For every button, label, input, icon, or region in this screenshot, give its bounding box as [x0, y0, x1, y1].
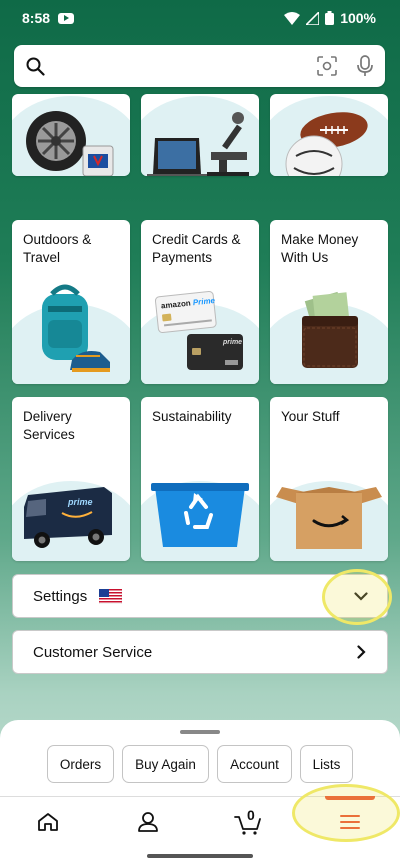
- status-bar: 8:58 100%: [0, 0, 400, 36]
- nav-home[interactable]: [18, 798, 78, 846]
- home-icon: [38, 813, 58, 831]
- sports-balls-icon: [285, 112, 368, 176]
- wifi-icon: [284, 11, 301, 25]
- tile-label: Sustainability: [152, 409, 232, 424]
- battery-icon: [325, 11, 335, 25]
- battery-level: 100%: [340, 10, 376, 26]
- tap-highlight: [322, 569, 392, 625]
- tile-label: Outdoors & Travel: [23, 232, 92, 265]
- gesture-navigation-bar[interactable]: [147, 854, 253, 858]
- orders-button[interactable]: Orders: [47, 745, 114, 783]
- laptop-microscope-icon: [147, 112, 249, 176]
- svg-text:prime: prime: [67, 497, 93, 507]
- microphone-icon[interactable]: [357, 55, 373, 77]
- buy-again-button[interactable]: Buy Again: [122, 745, 209, 783]
- account-button[interactable]: Account: [217, 745, 292, 783]
- clock: 8:58: [22, 10, 51, 26]
- tile-sustainability[interactable]: Sustainability: [141, 397, 259, 561]
- tap-highlight: [292, 784, 400, 842]
- nav-cart[interactable]: 0: [218, 798, 278, 846]
- search-input[interactable]: [55, 57, 317, 75]
- tile-make-money[interactable]: Make Money With Us: [270, 220, 388, 384]
- svg-text:prime: prime: [222, 339, 242, 346]
- sheet-drag-handle[interactable]: [180, 730, 220, 734]
- search-bar[interactable]: [14, 45, 385, 87]
- tile-credit-cards-payments[interactable]: amazon Prime prime Credit Cards & Paymen…: [141, 220, 259, 384]
- chevron-right-icon: [349, 645, 373, 659]
- customer-service-label: Customer Service: [33, 643, 153, 661]
- signal-icon: [306, 11, 320, 25]
- tile-label: Your Stuff: [281, 409, 340, 424]
- nav-account[interactable]: [118, 798, 178, 846]
- tile-electronics[interactable]: [141, 94, 259, 176]
- customer-service-row[interactable]: Customer Service: [12, 630, 388, 674]
- auto-wheel-icon: [26, 111, 114, 176]
- bottom-sheet: Orders Buy Again Account Lists 0: [0, 720, 400, 867]
- tile-sports[interactable]: [270, 94, 388, 176]
- tile-delivery-services[interactable]: prime Delivery Services: [12, 397, 130, 561]
- us-flag-icon: [99, 588, 123, 604]
- camera-search-icon[interactable]: [317, 56, 337, 76]
- search-icon[interactable]: [26, 57, 45, 76]
- settings-label: Settings: [33, 587, 88, 605]
- tile-outdoors-travel[interactable]: Outdoors & Travel: [12, 220, 130, 384]
- tile-your-stuff[interactable]: Your Stuff: [270, 397, 388, 561]
- tile-label: Make Money With Us: [281, 232, 359, 265]
- tile-automotive[interactable]: [12, 94, 130, 176]
- account-icon: [138, 812, 158, 832]
- lists-button[interactable]: Lists: [300, 745, 353, 783]
- tile-label: Credit Cards & Payments: [152, 232, 241, 265]
- tile-label: Delivery Services: [23, 409, 75, 442]
- cart-count: 0: [247, 807, 255, 823]
- youtube-notification-icon: [58, 12, 75, 24]
